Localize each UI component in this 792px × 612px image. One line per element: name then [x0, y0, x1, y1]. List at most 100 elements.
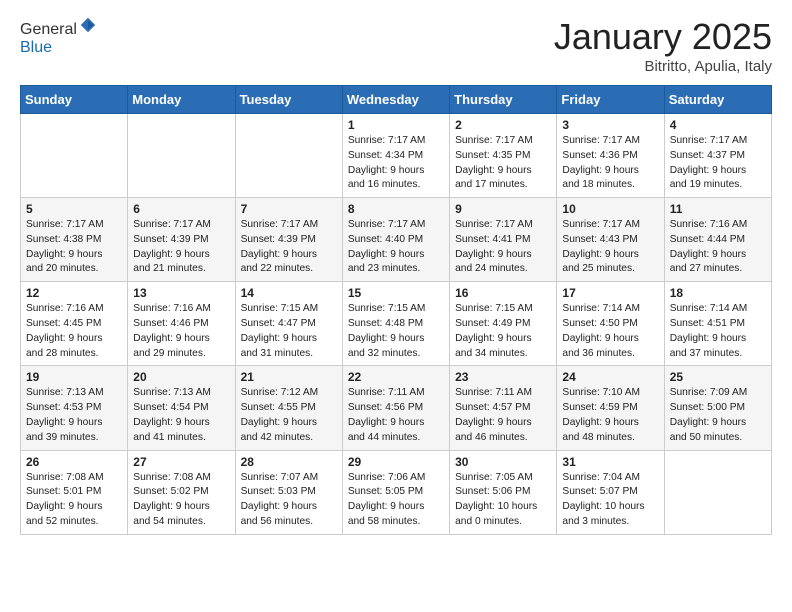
day-cell: 29 Sunrise: 7:06 AM Sunset: 5:05 PM Dayli… — [342, 450, 449, 534]
day-cell: 28 Sunrise: 7:07 AM Sunset: 5:03 PM Dayli… — [235, 450, 342, 534]
day-number: 23 — [455, 370, 551, 384]
day-cell — [128, 114, 235, 198]
day-cell: 18 Sunrise: 7:14 AM Sunset: 4:51 PM Dayli… — [664, 282, 771, 366]
day-cell: 19 Sunrise: 7:13 AM Sunset: 4:53 PM Dayli… — [21, 366, 128, 450]
day-info: Sunrise: 7:16 AM Sunset: 4:46 PM Dayligh… — [133, 302, 229, 361]
calendar-table: Sunday Monday Tuesday Wednesday Thursday… — [20, 85, 772, 535]
day-cell: 5 Sunrise: 7:17 AM Sunset: 4:38 PM Daylig… — [21, 198, 128, 282]
header-tuesday: Tuesday — [235, 86, 342, 114]
week-row-2: 5 Sunrise: 7:17 AM Sunset: 4:38 PM Daylig… — [21, 198, 772, 282]
day-info: Sunrise: 7:14 AM Sunset: 4:51 PM Dayligh… — [670, 302, 766, 361]
day-number: 14 — [241, 286, 337, 300]
day-cell: 31Sunrise: 7:04 AM Sunset: 5:07 PM Dayli… — [557, 450, 664, 534]
day-info: Sunrise: 7:17 AM Sunset: 4:38 PM Dayligh… — [26, 218, 122, 277]
day-cell: 12 Sunrise: 7:16 AM Sunset: 4:45 PM Dayli… — [21, 282, 128, 366]
day-number: 20 — [133, 370, 229, 384]
day-cell: 17 Sunrise: 7:14 AM Sunset: 4:50 PM Dayli… — [557, 282, 664, 366]
day-info: Sunrise: 7:13 AM Sunset: 4:53 PM Dayligh… — [26, 386, 122, 445]
day-number: 29 — [348, 455, 444, 469]
day-number: 13 — [133, 286, 229, 300]
day-number: 12 — [26, 286, 122, 300]
day-number: 3 — [562, 118, 658, 132]
day-number: 1 — [348, 118, 444, 132]
day-cell: 1 Sunrise: 7:17 AM Sunset: 4:34 PM Daylig… — [342, 114, 449, 198]
day-number: 8 — [348, 202, 444, 216]
day-info: Sunrise: 7:17 AM Sunset: 4:37 PM Dayligh… — [670, 134, 766, 193]
header: General Blue January 2025 Bitritto, Apul… — [20, 16, 772, 75]
day-info: Sunrise: 7:05 AM Sunset: 5:06 PM Dayligh… — [455, 471, 551, 530]
day-info: Sunrise: 7:11 AM Sunset: 4:56 PM Dayligh… — [348, 386, 444, 445]
day-cell — [664, 450, 771, 534]
day-info: Sunrise: 7:12 AM Sunset: 4:55 PM Dayligh… — [241, 386, 337, 445]
logo-icon — [79, 16, 97, 34]
day-info: Sunrise: 7:17 AM Sunset: 4:40 PM Dayligh… — [348, 218, 444, 277]
day-cell: 21 Sunrise: 7:12 AM Sunset: 4:55 PM Dayli… — [235, 366, 342, 450]
day-info: Sunrise: 7:07 AM Sunset: 5:03 PM Dayligh… — [241, 471, 337, 530]
header-saturday: Saturday — [664, 86, 771, 114]
day-info: Sunrise: 7:17 AM Sunset: 4:39 PM Dayligh… — [133, 218, 229, 277]
day-cell: 30Sunrise: 7:05 AM Sunset: 5:06 PM Dayli… — [450, 450, 557, 534]
day-number: 17 — [562, 286, 658, 300]
day-number: 10 — [562, 202, 658, 216]
day-number: 21 — [241, 370, 337, 384]
day-info: Sunrise: 7:17 AM Sunset: 4:39 PM Dayligh… — [241, 218, 337, 277]
day-cell: 14 Sunrise: 7:15 AM Sunset: 4:47 PM Dayli… — [235, 282, 342, 366]
day-info: Sunrise: 7:15 AM Sunset: 4:49 PM Dayligh… — [455, 302, 551, 361]
day-number: 27 — [133, 455, 229, 469]
day-number: 9 — [455, 202, 551, 216]
day-cell: 16 Sunrise: 7:15 AM Sunset: 4:49 PM Dayli… — [450, 282, 557, 366]
day-info: Sunrise: 7:04 AM Sunset: 5:07 PM Dayligh… — [562, 471, 658, 530]
day-info: Sunrise: 7:08 AM Sunset: 5:02 PM Dayligh… — [133, 471, 229, 530]
day-info: Sunrise: 7:16 AM Sunset: 4:45 PM Dayligh… — [26, 302, 122, 361]
day-cell: 4 Sunrise: 7:17 AM Sunset: 4:37 PM Daylig… — [664, 114, 771, 198]
day-number: 22 — [348, 370, 444, 384]
day-info: Sunrise: 7:11 AM Sunset: 4:57 PM Dayligh… — [455, 386, 551, 445]
day-number: 28 — [241, 455, 337, 469]
day-cell: 24 Sunrise: 7:10 AM Sunset: 4:59 PM Dayli… — [557, 366, 664, 450]
day-info: Sunrise: 7:06 AM Sunset: 5:05 PM Dayligh… — [348, 471, 444, 530]
day-info: Sunrise: 7:14 AM Sunset: 4:50 PM Dayligh… — [562, 302, 658, 361]
day-number: 5 — [26, 202, 122, 216]
day-number: 16 — [455, 286, 551, 300]
month-title: January 2025 — [554, 16, 772, 58]
day-number: 24 — [562, 370, 658, 384]
day-cell: 6Sunrise: 7:17 AM Sunset: 4:39 PM Daylig… — [128, 198, 235, 282]
header-thursday: Thursday — [450, 86, 557, 114]
week-row-3: 12 Sunrise: 7:16 AM Sunset: 4:45 PM Dayli… — [21, 282, 772, 366]
header-wednesday: Wednesday — [342, 86, 449, 114]
day-info: Sunrise: 7:15 AM Sunset: 4:47 PM Dayligh… — [241, 302, 337, 361]
day-cell: 3 Sunrise: 7:17 AM Sunset: 4:36 PM Daylig… — [557, 114, 664, 198]
day-info: Sunrise: 7:16 AM Sunset: 4:44 PM Dayligh… — [670, 218, 766, 277]
day-cell: 27 Sunrise: 7:08 AM Sunset: 5:02 PM Dayli… — [128, 450, 235, 534]
day-info: Sunrise: 7:09 AM Sunset: 5:00 PM Dayligh… — [670, 386, 766, 445]
day-number: 25 — [670, 370, 766, 384]
day-number: 7 — [241, 202, 337, 216]
day-info: Sunrise: 7:10 AM Sunset: 4:59 PM Dayligh… — [562, 386, 658, 445]
day-info: Sunrise: 7:17 AM Sunset: 4:35 PM Dayligh… — [455, 134, 551, 193]
day-number: 11 — [670, 202, 766, 216]
day-number: 18 — [670, 286, 766, 300]
day-number: 19 — [26, 370, 122, 384]
day-number: 4 — [670, 118, 766, 132]
title-block: January 2025 Bitritto, Apulia, Italy — [554, 16, 772, 75]
day-info: Sunrise: 7:08 AM Sunset: 5:01 PM Dayligh… — [26, 471, 122, 530]
day-cell: 26Sunrise: 7:08 AM Sunset: 5:01 PM Dayli… — [21, 450, 128, 534]
day-cell: 23 Sunrise: 7:11 AM Sunset: 4:57 PM Dayli… — [450, 366, 557, 450]
day-cell: 25 Sunrise: 7:09 AM Sunset: 5:00 PM Dayli… — [664, 366, 771, 450]
day-info: Sunrise: 7:17 AM Sunset: 4:36 PM Dayligh… — [562, 134, 658, 193]
page: General Blue January 2025 Bitritto, Apul… — [0, 0, 792, 551]
day-number: 2 — [455, 118, 551, 132]
day-cell: 11 Sunrise: 7:16 AM Sunset: 4:44 PM Dayli… — [664, 198, 771, 282]
week-row-1: 1 Sunrise: 7:17 AM Sunset: 4:34 PM Daylig… — [21, 114, 772, 198]
location: Bitritto, Apulia, Italy — [554, 58, 772, 75]
day-info: Sunrise: 7:15 AM Sunset: 4:48 PM Dayligh… — [348, 302, 444, 361]
day-info: Sunrise: 7:17 AM Sunset: 4:34 PM Dayligh… — [348, 134, 444, 193]
day-cell: 10 Sunrise: 7:17 AM Sunset: 4:43 PM Dayli… — [557, 198, 664, 282]
day-info: Sunrise: 7:17 AM Sunset: 4:43 PM Dayligh… — [562, 218, 658, 277]
day-cell: 13 Sunrise: 7:16 AM Sunset: 4:46 PM Dayli… — [128, 282, 235, 366]
header-sunday: Sunday — [21, 86, 128, 114]
day-number: 15 — [348, 286, 444, 300]
day-cell: 15 Sunrise: 7:15 AM Sunset: 4:48 PM Dayli… — [342, 282, 449, 366]
week-row-4: 19 Sunrise: 7:13 AM Sunset: 4:53 PM Dayli… — [21, 366, 772, 450]
header-friday: Friday — [557, 86, 664, 114]
